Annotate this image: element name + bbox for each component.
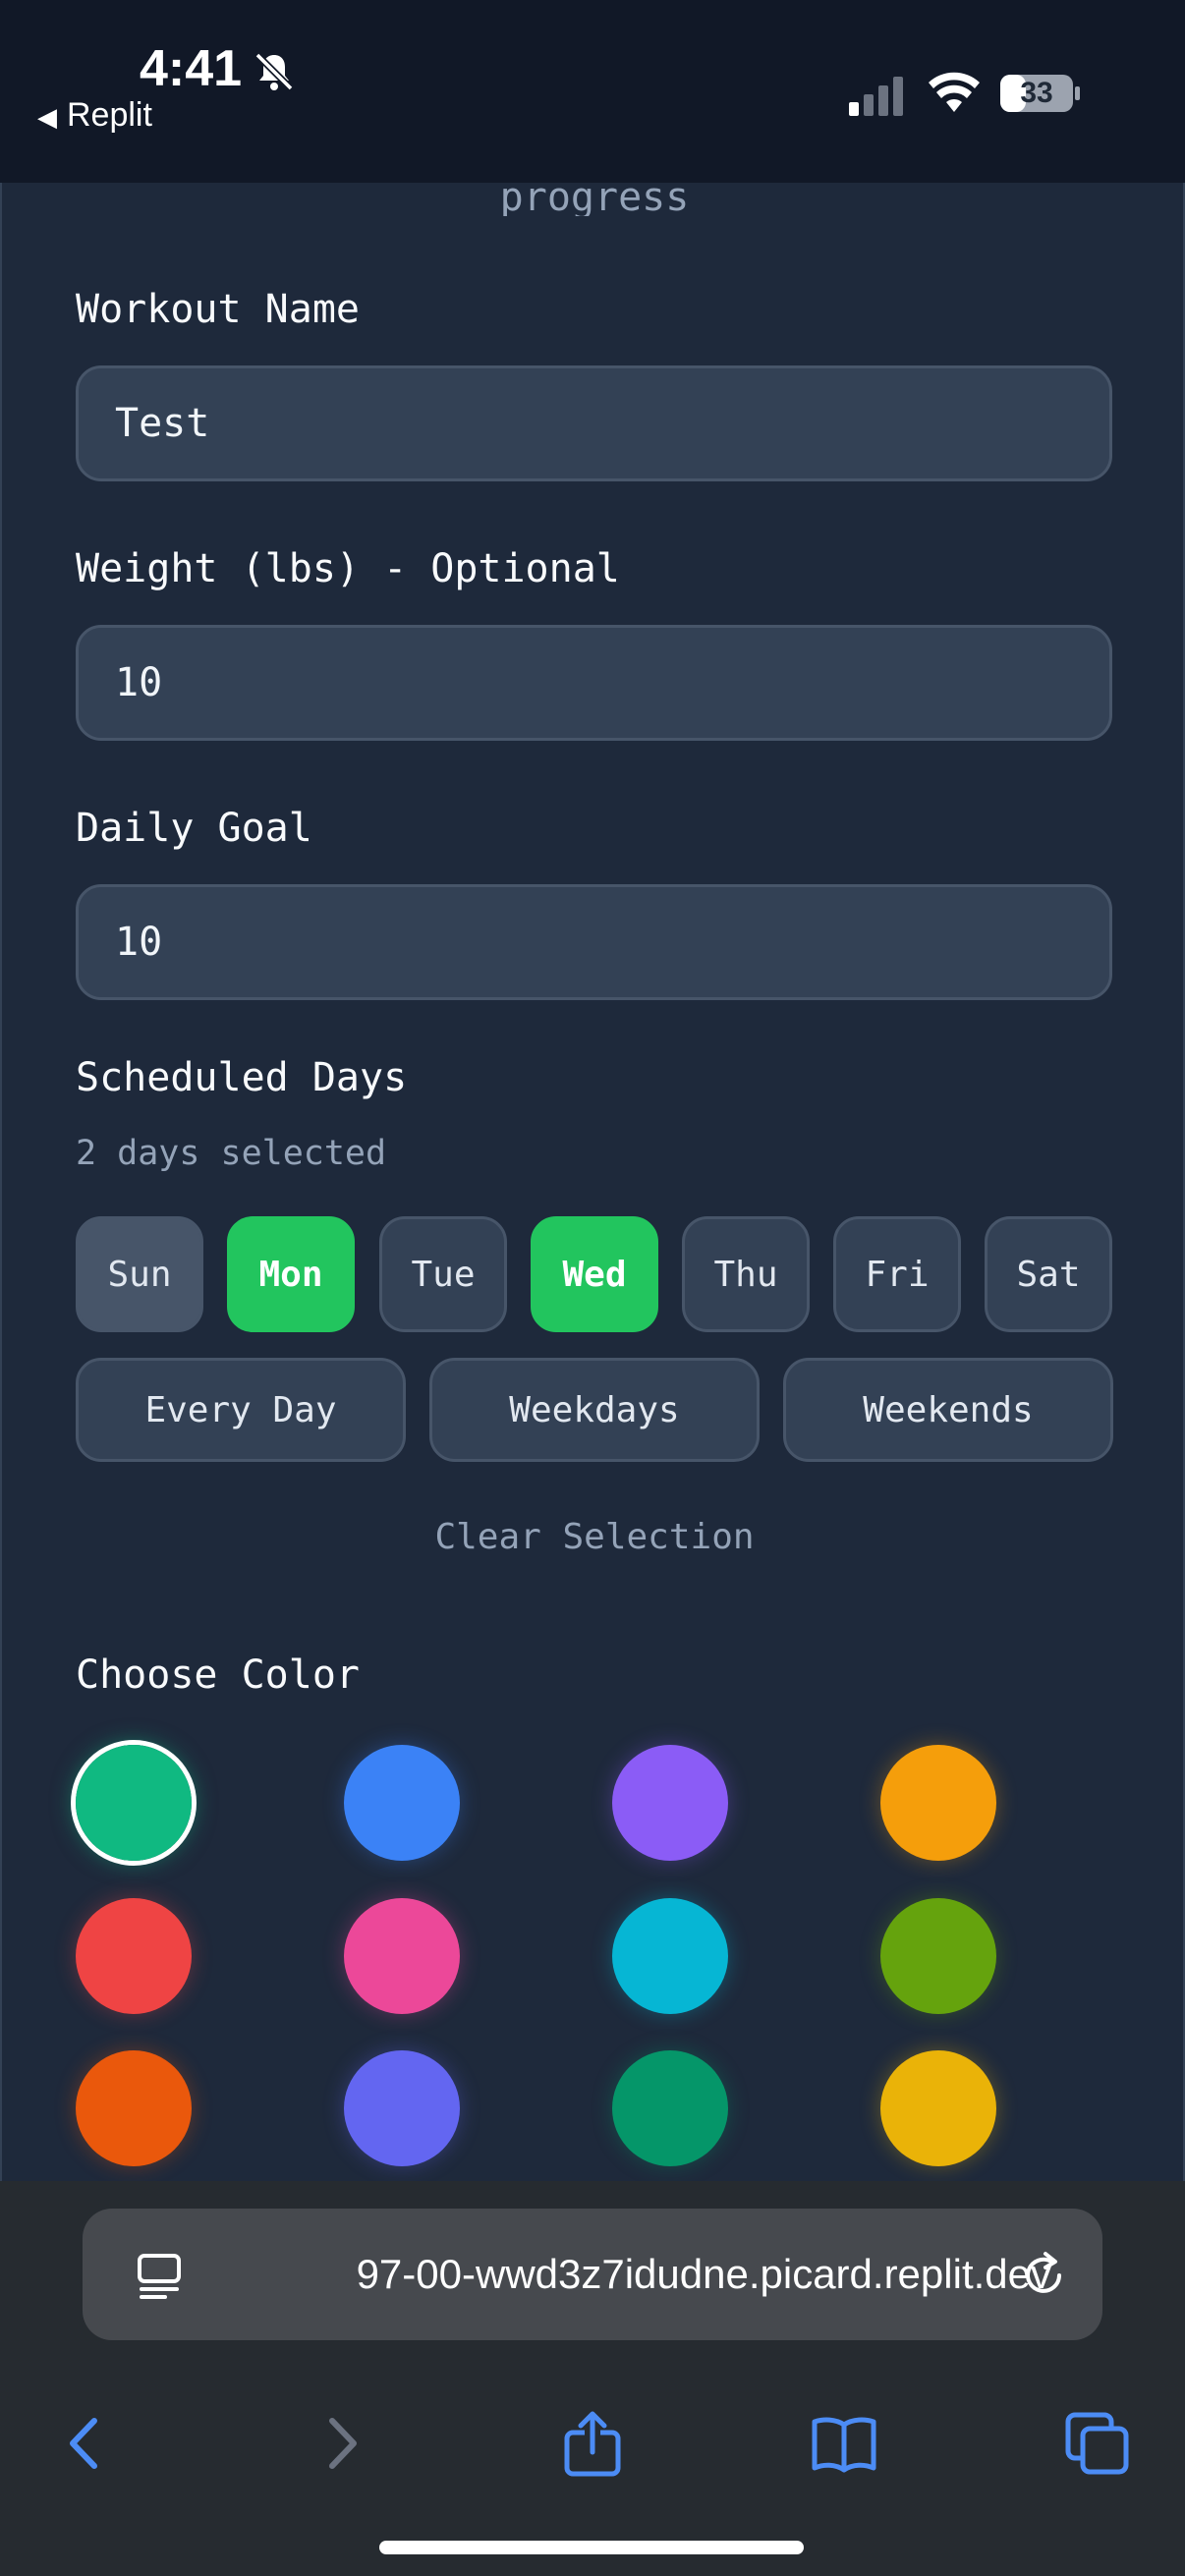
workout-name-input[interactable]: Test xyxy=(76,365,1112,481)
bookmarks-icon[interactable] xyxy=(810,2409,878,2478)
day-toggle-wed[interactable]: Wed xyxy=(531,1216,658,1332)
back-to-app-link[interactable]: ◀ Replit xyxy=(37,96,152,135)
workout-form: progress Workout Name Test Weight (lbs) … xyxy=(0,183,1185,2181)
color-swatch[interactable] xyxy=(880,1745,996,1861)
color-swatch[interactable] xyxy=(612,2050,728,2166)
day-toggle-mon[interactable]: Mon xyxy=(227,1216,355,1332)
color-swatch[interactable] xyxy=(76,1898,192,2014)
status-time: 4:41 xyxy=(140,40,243,97)
back-chevron-icon[interactable] xyxy=(51,2409,120,2478)
color-swatch[interactable] xyxy=(344,1898,460,2014)
wifi-icon xyxy=(929,72,980,112)
color-swatch[interactable] xyxy=(76,1745,192,1861)
weight-input[interactable]: 10 xyxy=(76,625,1112,741)
forward-chevron-icon[interactable] xyxy=(307,2409,375,2478)
day-toggle-fri[interactable]: Fri xyxy=(833,1216,961,1332)
share-icon[interactable] xyxy=(558,2409,627,2478)
day-toggle-thu[interactable]: Thu xyxy=(682,1216,810,1332)
battery-level: 33 xyxy=(1020,77,1053,109)
choose-color-label: Choose Color xyxy=(76,1652,360,1698)
cellular-signal-icon xyxy=(849,77,903,116)
preset-every-day-button[interactable]: Every Day xyxy=(76,1358,406,1462)
color-swatch[interactable] xyxy=(612,1898,728,2014)
color-swatch[interactable] xyxy=(344,2050,460,2166)
back-app-label: Replit xyxy=(67,96,152,134)
day-toggle-tue[interactable]: Tue xyxy=(379,1216,507,1332)
url-text: 97-00-wwd3z7idudne.picard.replit.dev xyxy=(236,2209,1051,2340)
daily-goal-input[interactable]: 10 xyxy=(76,884,1112,1000)
url-value: 97-00-wwd3z7idudne.picard.replit.dev xyxy=(356,2251,1051,2297)
bell-muted-icon xyxy=(254,52,294,91)
browser-toolbar: 97-00-wwd3z7idudne.picard.replit.dev xyxy=(0,2181,1185,2576)
daily-goal-label: Daily Goal xyxy=(76,806,312,851)
scheduled-days-label: Scheduled Days xyxy=(76,1055,408,1100)
back-triangle-icon: ◀ xyxy=(37,102,57,132)
day-toggle-sun[interactable]: Sun xyxy=(76,1216,203,1332)
status-bar: 4:41 ◀ Replit 33 xyxy=(0,0,1185,183)
tabs-icon[interactable] xyxy=(1063,2409,1132,2478)
reload-icon[interactable] xyxy=(1016,2248,1071,2303)
color-swatch[interactable] xyxy=(344,1745,460,1861)
weight-label: Weight (lbs) - Optional xyxy=(76,546,620,591)
color-swatch[interactable] xyxy=(612,1745,728,1861)
preset-weekdays-button[interactable]: Weekdays xyxy=(429,1358,760,1462)
page-menu-icon[interactable] xyxy=(132,2248,187,2303)
color-swatch[interactable] xyxy=(880,2050,996,2166)
address-bar[interactable]: 97-00-wwd3z7idudne.picard.replit.dev xyxy=(83,2209,1102,2340)
progress-text: progress xyxy=(499,183,690,216)
color-swatch[interactable] xyxy=(880,1898,996,2014)
day-toggle-sat[interactable]: Sat xyxy=(985,1216,1112,1332)
preset-weekends-button[interactable]: Weekends xyxy=(783,1358,1113,1462)
workout-name-label: Workout Name xyxy=(76,287,360,332)
home-indicator xyxy=(379,2541,804,2554)
days-selected-count: 2 days selected xyxy=(76,1134,387,1173)
clear-selection-button[interactable]: Clear Selection xyxy=(2,1517,1183,1557)
color-swatch[interactable] xyxy=(76,2050,192,2166)
